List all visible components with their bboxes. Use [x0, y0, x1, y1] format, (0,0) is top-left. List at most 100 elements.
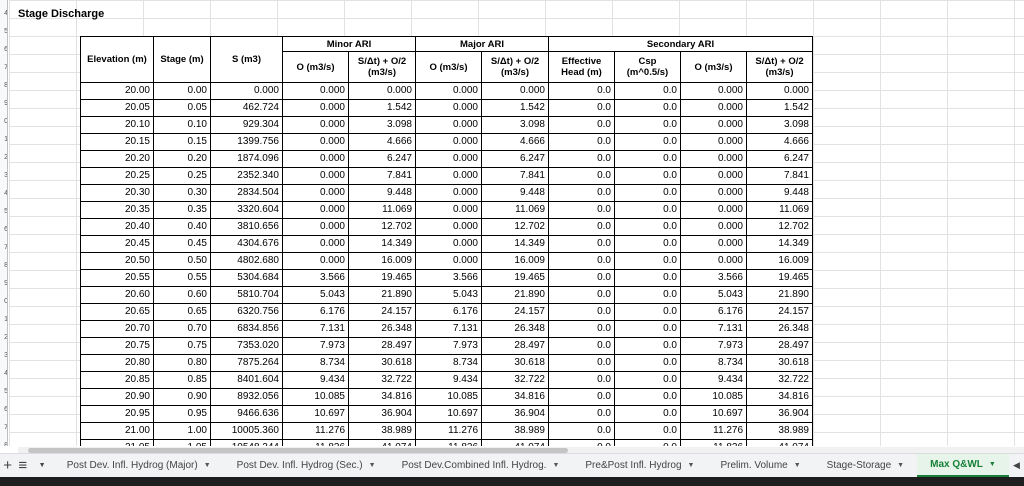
cell-storage[interactable]: 462.724	[210, 99, 283, 117]
cell-minor-outflow[interactable]: 7.131	[282, 320, 349, 338]
cell-secondary-outflow[interactable]: 0.000	[680, 235, 747, 253]
cell-major-storage-indication[interactable]: 11.069	[481, 201, 549, 219]
row-number[interactable]: 6	[0, 41, 7, 59]
cell-csp[interactable]: 0.0	[614, 320, 681, 338]
header-secondary-outflow[interactable]: O (m3/s)	[680, 51, 747, 83]
cell-major-storage-indication[interactable]: 24.157	[481, 303, 549, 321]
cell-major-outflow[interactable]: 11.276	[415, 422, 482, 440]
cell-storage[interactable]: 1874.096	[210, 150, 283, 168]
header-elevation[interactable]: Elevation (m)	[80, 36, 154, 83]
cell-minor-storage-indication[interactable]: 21.890	[348, 286, 416, 304]
cell-major-outflow[interactable]: 0.000	[415, 116, 482, 134]
cell-major-storage-indication[interactable]: 38.989	[481, 422, 549, 440]
cell-elevation[interactable]: 20.20	[80, 150, 154, 168]
cell-effective-head[interactable]: 0.0	[548, 116, 615, 134]
cell-minor-storage-indication[interactable]: 38.989	[348, 422, 416, 440]
scroll-tabs-left-icon[interactable]: ◀	[1009, 454, 1024, 478]
cell-major-storage-indication[interactable]: 41.074	[481, 439, 549, 446]
cell-stage[interactable]: 0.00	[153, 82, 211, 100]
cell-major-outflow[interactable]: 9.434	[415, 371, 482, 389]
cell-csp[interactable]: 0.0	[614, 99, 681, 117]
row-number[interactable]: 9	[0, 275, 7, 293]
cell-secondary-outflow[interactable]: 6.176	[680, 303, 747, 321]
header-csp[interactable]: Csp (m^0.5/s)	[614, 51, 681, 83]
cell-minor-outflow[interactable]: 5.043	[282, 286, 349, 304]
cell-storage[interactable]: 5810.704	[210, 286, 283, 304]
cell-major-storage-indication[interactable]: 1.542	[481, 99, 549, 117]
header-minor-ari[interactable]: Minor ARI	[282, 36, 416, 52]
row-number[interactable]: 8	[0, 77, 7, 95]
cell-secondary-storage-indication[interactable]: 24.157	[746, 303, 813, 321]
cell-secondary-storage-indication[interactable]: 12.702	[746, 218, 813, 236]
cell-major-storage-indication[interactable]: 0.000	[481, 82, 549, 100]
cell-stage[interactable]: 0.65	[153, 303, 211, 321]
cell-effective-head[interactable]: 0.0	[548, 303, 615, 321]
all-sheets-menu-icon[interactable]: ≡	[15, 454, 30, 478]
cell-minor-storage-indication[interactable]: 0.000	[348, 82, 416, 100]
header-minor-storage-indication[interactable]: S/Δt) + O/2 (m3/s)	[348, 51, 416, 83]
cell-stage[interactable]: 0.25	[153, 167, 211, 185]
cell-elevation[interactable]: 20.00	[80, 82, 154, 100]
sheet-tab[interactable]: Max Q&WL ▼	[917, 453, 1009, 478]
cell-csp[interactable]: 0.0	[614, 133, 681, 151]
cell-effective-head[interactable]: 0.0	[548, 235, 615, 253]
cell-minor-storage-indication[interactable]: 30.618	[348, 354, 416, 372]
sheet-tab[interactable]: Stage-Storage ▼	[814, 454, 917, 478]
row-number[interactable]: 7	[0, 419, 7, 437]
cell-storage[interactable]: 10548.244	[210, 439, 283, 446]
cell-major-outflow[interactable]: 3.566	[415, 269, 482, 287]
cell-effective-head[interactable]: 0.0	[548, 167, 615, 185]
cell-major-outflow[interactable]: 0.000	[415, 82, 482, 100]
cell-csp[interactable]: 0.0	[614, 337, 681, 355]
cell-secondary-outflow[interactable]: 8.734	[680, 354, 747, 372]
cell-csp[interactable]: 0.0	[614, 303, 681, 321]
cell-major-outflow[interactable]: 0.000	[415, 133, 482, 151]
cell-secondary-storage-indication[interactable]: 38.989	[746, 422, 813, 440]
cell-major-outflow[interactable]: 0.000	[415, 167, 482, 185]
cell-secondary-outflow[interactable]: 0.000	[680, 116, 747, 134]
cell-csp[interactable]: 0.0	[614, 269, 681, 287]
cell-major-storage-indication[interactable]: 7.841	[481, 167, 549, 185]
cell-major-storage-indication[interactable]: 16.009	[481, 252, 549, 270]
header-major-ari[interactable]: Major ARI	[415, 36, 549, 52]
cell-storage[interactable]: 929.304	[210, 116, 283, 134]
cell-secondary-outflow[interactable]: 0.000	[680, 150, 747, 168]
sheet-title[interactable]: Stage Discharge	[18, 8, 104, 20]
cell-minor-storage-indication[interactable]: 28.497	[348, 337, 416, 355]
cell-stage[interactable]: 0.60	[153, 286, 211, 304]
row-number[interactable]: 6	[0, 401, 7, 419]
cell-secondary-storage-indication[interactable]: 21.890	[746, 286, 813, 304]
cell-stage[interactable]: 1.05	[153, 439, 211, 446]
cell-csp[interactable]: 0.0	[614, 184, 681, 202]
cell-major-outflow[interactable]: 0.000	[415, 99, 482, 117]
cell-secondary-storage-indication[interactable]: 41.074	[746, 439, 813, 446]
cell-csp[interactable]: 0.0	[614, 286, 681, 304]
cell-minor-storage-indication[interactable]: 3.098	[348, 116, 416, 134]
cell-secondary-outflow[interactable]: 3.566	[680, 269, 747, 287]
cell-stage[interactable]: 0.55	[153, 269, 211, 287]
cell-secondary-storage-indication[interactable]: 1.542	[746, 99, 813, 117]
cell-elevation[interactable]: 20.60	[80, 286, 154, 304]
cell-elevation[interactable]: 20.45	[80, 235, 154, 253]
cell-major-outflow[interactable]: 0.000	[415, 150, 482, 168]
cell-minor-outflow[interactable]: 0.000	[282, 99, 349, 117]
cell-elevation[interactable]: 20.65	[80, 303, 154, 321]
cell-elevation[interactable]: 20.70	[80, 320, 154, 338]
cell-effective-head[interactable]: 0.0	[548, 252, 615, 270]
sheet-tab[interactable]: Post Dev.Combined Infl. Hydrog. ▼	[389, 454, 573, 478]
cell-effective-head[interactable]: 0.0	[548, 184, 615, 202]
cell-stage[interactable]: 0.05	[153, 99, 211, 117]
cell-major-outflow[interactable]: 0.000	[415, 201, 482, 219]
cell-major-outflow[interactable]: 8.734	[415, 354, 482, 372]
cell-effective-head[interactable]: 0.0	[548, 286, 615, 304]
chevron-down-icon[interactable]: ▼	[688, 462, 695, 469]
header-effective-head[interactable]: Effective Head (m)	[548, 51, 615, 83]
row-number[interactable]: 0	[0, 293, 7, 311]
cell-effective-head[interactable]: 0.0	[548, 218, 615, 236]
cell-elevation[interactable]: 20.85	[80, 371, 154, 389]
row-number[interactable]: 1	[0, 131, 7, 149]
cell-effective-head[interactable]: 0.0	[548, 133, 615, 151]
row-number[interactable]: 2	[0, 329, 7, 347]
cell-minor-storage-indication[interactable]: 19.465	[348, 269, 416, 287]
cell-minor-outflow[interactable]: 0.000	[282, 82, 349, 100]
